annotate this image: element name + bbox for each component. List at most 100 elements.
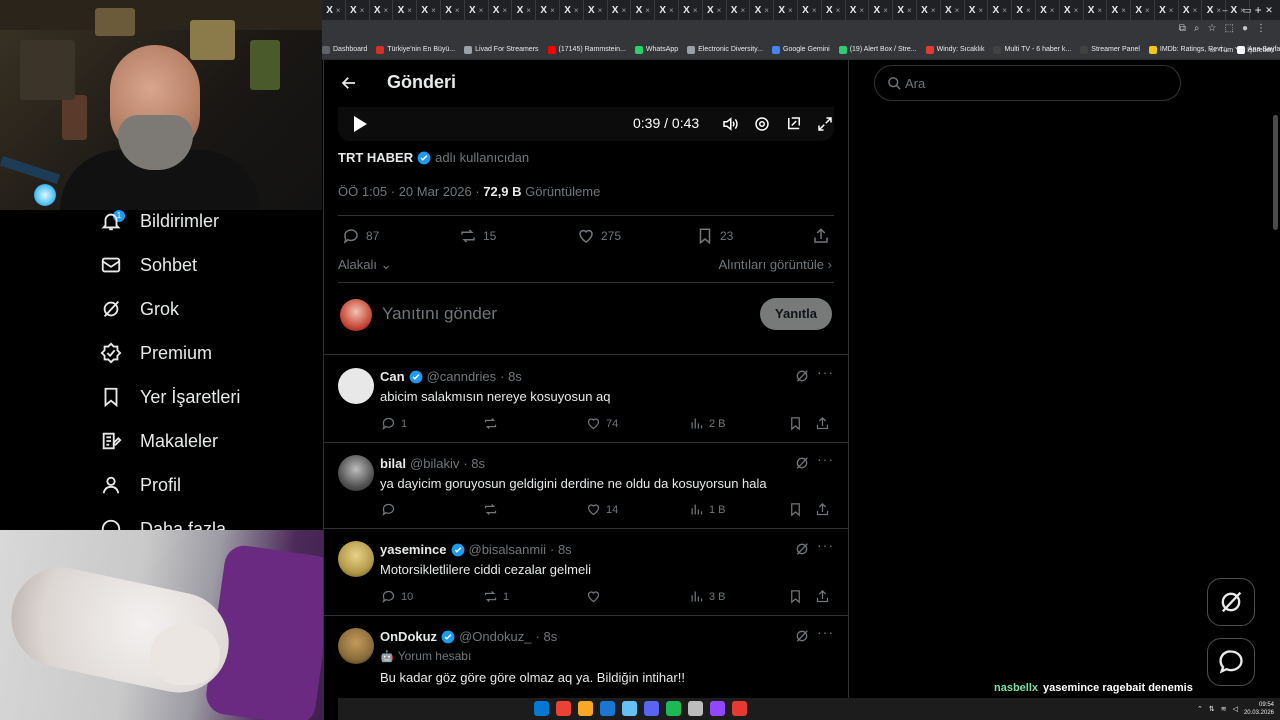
play-icon[interactable] [352, 115, 368, 133]
minimize-icon[interactable]: – [1214, 0, 1236, 20]
tab-close-icon[interactable]: × [621, 6, 626, 15]
messages-fab-button[interactable] [1207, 638, 1255, 686]
browser-tab[interactable]: X × [417, 0, 441, 20]
browser-tab[interactable]: X × [1084, 0, 1108, 20]
browser-tab[interactable]: X × [941, 0, 965, 20]
close-window-icon[interactable]: ✕ [1258, 0, 1280, 20]
repost-action[interactable]: 15 [459, 227, 496, 245]
nav-item-premium[interactable]: Premium [100, 342, 212, 364]
browser-tab[interactable]: X × [774, 0, 798, 20]
tab-close-icon[interactable]: × [383, 6, 388, 15]
tab-close-icon[interactable]: × [883, 6, 888, 15]
bookmark-action[interactable] [788, 589, 803, 604]
taskbar-app-icon[interactable] [688, 701, 703, 716]
browser-tab[interactable]: X × [965, 0, 989, 20]
browser-tab[interactable]: X × [750, 0, 775, 20]
browser-tab[interactable]: X × [679, 0, 703, 20]
browser-tab[interactable]: X × [893, 0, 917, 20]
browser-tab[interactable]: X × [346, 0, 370, 20]
tab-close-icon[interactable]: × [693, 6, 698, 15]
bookmark-item[interactable]: Türkiye'nin En Büyü... [376, 45, 455, 54]
tab-close-icon[interactable]: × [788, 6, 793, 15]
sort-relevance-dropdown[interactable]: Alakalı ⌄ [338, 257, 392, 273]
tray-chevron-icon[interactable]: ⌃ [1197, 705, 1203, 713]
bookmark-item[interactable]: (19) Alert Box / Stre... [838, 45, 917, 54]
tab-close-icon[interactable]: × [431, 6, 436, 15]
taskbar-app-icon[interactable] [578, 701, 593, 716]
browser-tab[interactable]: X × [727, 0, 751, 20]
reply-handle[interactable]: @Ondokuz_ [459, 629, 531, 644]
reply-item[interactable]: Can @canndries · 8s ··· abicim salakmısı… [324, 356, 848, 443]
volume-icon[interactable] [721, 115, 739, 133]
views-action[interactable]: 1 B [689, 502, 726, 517]
reply-author-name[interactable]: OnDokuz [380, 629, 437, 644]
browser-tab[interactable]: X × [1012, 0, 1036, 20]
reply-button[interactable]: Yanıtla [760, 298, 832, 330]
zoom-icon[interactable]: ⌕ [1194, 23, 1200, 34]
all-bookmarks-button[interactable]: ▭ Tüm Yer İşaretleri [1210, 40, 1274, 59]
reply-author-name[interactable]: yasemince [380, 542, 447, 557]
browser-tab[interactable]: X × [1179, 0, 1203, 20]
browser-tab[interactable]: X × [846, 0, 870, 20]
browser-tab[interactable]: X × [822, 0, 846, 20]
taskbar-app-icon[interactable] [534, 701, 549, 716]
bookmark-action[interactable] [788, 502, 803, 517]
views-action[interactable]: 3 B [689, 589, 726, 604]
browser-tab[interactable]: X × [370, 0, 394, 20]
browser-tab[interactable]: X × [560, 0, 584, 20]
reply-action[interactable]: 10 [381, 589, 413, 604]
browser-tab[interactable]: X × [465, 0, 489, 20]
reply-action[interactable]: 1 [381, 416, 407, 431]
browser-tab[interactable]: X × [608, 0, 632, 20]
tab-close-icon[interactable]: × [931, 6, 936, 15]
like-action[interactable]: 74 [586, 416, 618, 431]
tab-close-icon[interactable]: × [764, 6, 769, 15]
grok-icon[interactable] [794, 455, 810, 471]
bookmark-item[interactable]: Livad For Streamers [464, 45, 539, 54]
tab-close-icon[interactable]: × [1145, 6, 1150, 15]
repost-action[interactable]: 1 [483, 589, 509, 604]
bookmark-item[interactable]: Google Gemini [772, 45, 830, 54]
browser-tab[interactable]: X × [1131, 0, 1155, 20]
more-options-icon[interactable]: ··· [817, 624, 834, 640]
reply-author-name[interactable]: bilal [380, 456, 406, 471]
browser-tab[interactable]: X × [536, 0, 560, 20]
fullscreen-icon[interactable] [816, 115, 834, 133]
nav-item-bookmarks[interactable]: Yer İşaretleri [100, 386, 240, 408]
tab-close-icon[interactable]: × [1074, 6, 1079, 15]
nav-item-grok[interactable]: Grok [100, 298, 179, 320]
browser-tab[interactable]: X × [798, 0, 822, 20]
tab-close-icon[interactable]: × [407, 6, 412, 15]
bookmark-action[interactable]: 23 [696, 227, 733, 245]
browser-tab[interactable]: X × [631, 0, 656, 20]
like-action[interactable]: 275 [577, 227, 621, 245]
browser-tab[interactable]: X × [917, 0, 941, 20]
more-options-icon[interactable]: ··· [817, 537, 834, 553]
nav-item-profile[interactable]: Profil [100, 474, 181, 496]
menu-icon[interactable]: ⋮ [1256, 23, 1266, 34]
grok-icon[interactable] [794, 628, 810, 644]
tab-close-icon[interactable]: × [598, 6, 603, 15]
browser-tab[interactable]: X × [703, 0, 727, 20]
view-quotes-link[interactable]: Alıntıları görüntüle › [719, 257, 832, 272]
reply-action[interactable]: 87 [342, 227, 379, 245]
network-icon[interactable]: ⇅ [1209, 705, 1215, 713]
reply-action[interactable] [381, 502, 401, 517]
tab-close-icon[interactable]: × [740, 6, 745, 15]
avatar[interactable] [338, 541, 374, 577]
tab-close-icon[interactable]: × [550, 6, 555, 15]
wifi-icon[interactable]: ≋ [1221, 705, 1227, 713]
repost-action[interactable] [483, 416, 503, 431]
cast-icon[interactable]: ⧉ [1179, 23, 1186, 34]
taskbar-app-icon[interactable] [666, 701, 681, 716]
settings-gear-icon[interactable] [753, 115, 771, 133]
tab-close-icon[interactable]: × [717, 6, 722, 15]
reply-item[interactable]: yasemince @bisalsanmii · 8s ··· Motorsik… [324, 529, 848, 616]
more-options-icon[interactable]: ··· [817, 364, 834, 380]
tab-close-icon[interactable]: × [859, 6, 864, 15]
extensions-icon[interactable]: ⬚ [1225, 23, 1234, 34]
browser-tab[interactable]: X × [441, 0, 465, 20]
nav-item-articles[interactable]: Makaleler [100, 430, 218, 452]
taskbar-app-icon[interactable] [556, 701, 571, 716]
tab-close-icon[interactable]: × [812, 6, 817, 15]
